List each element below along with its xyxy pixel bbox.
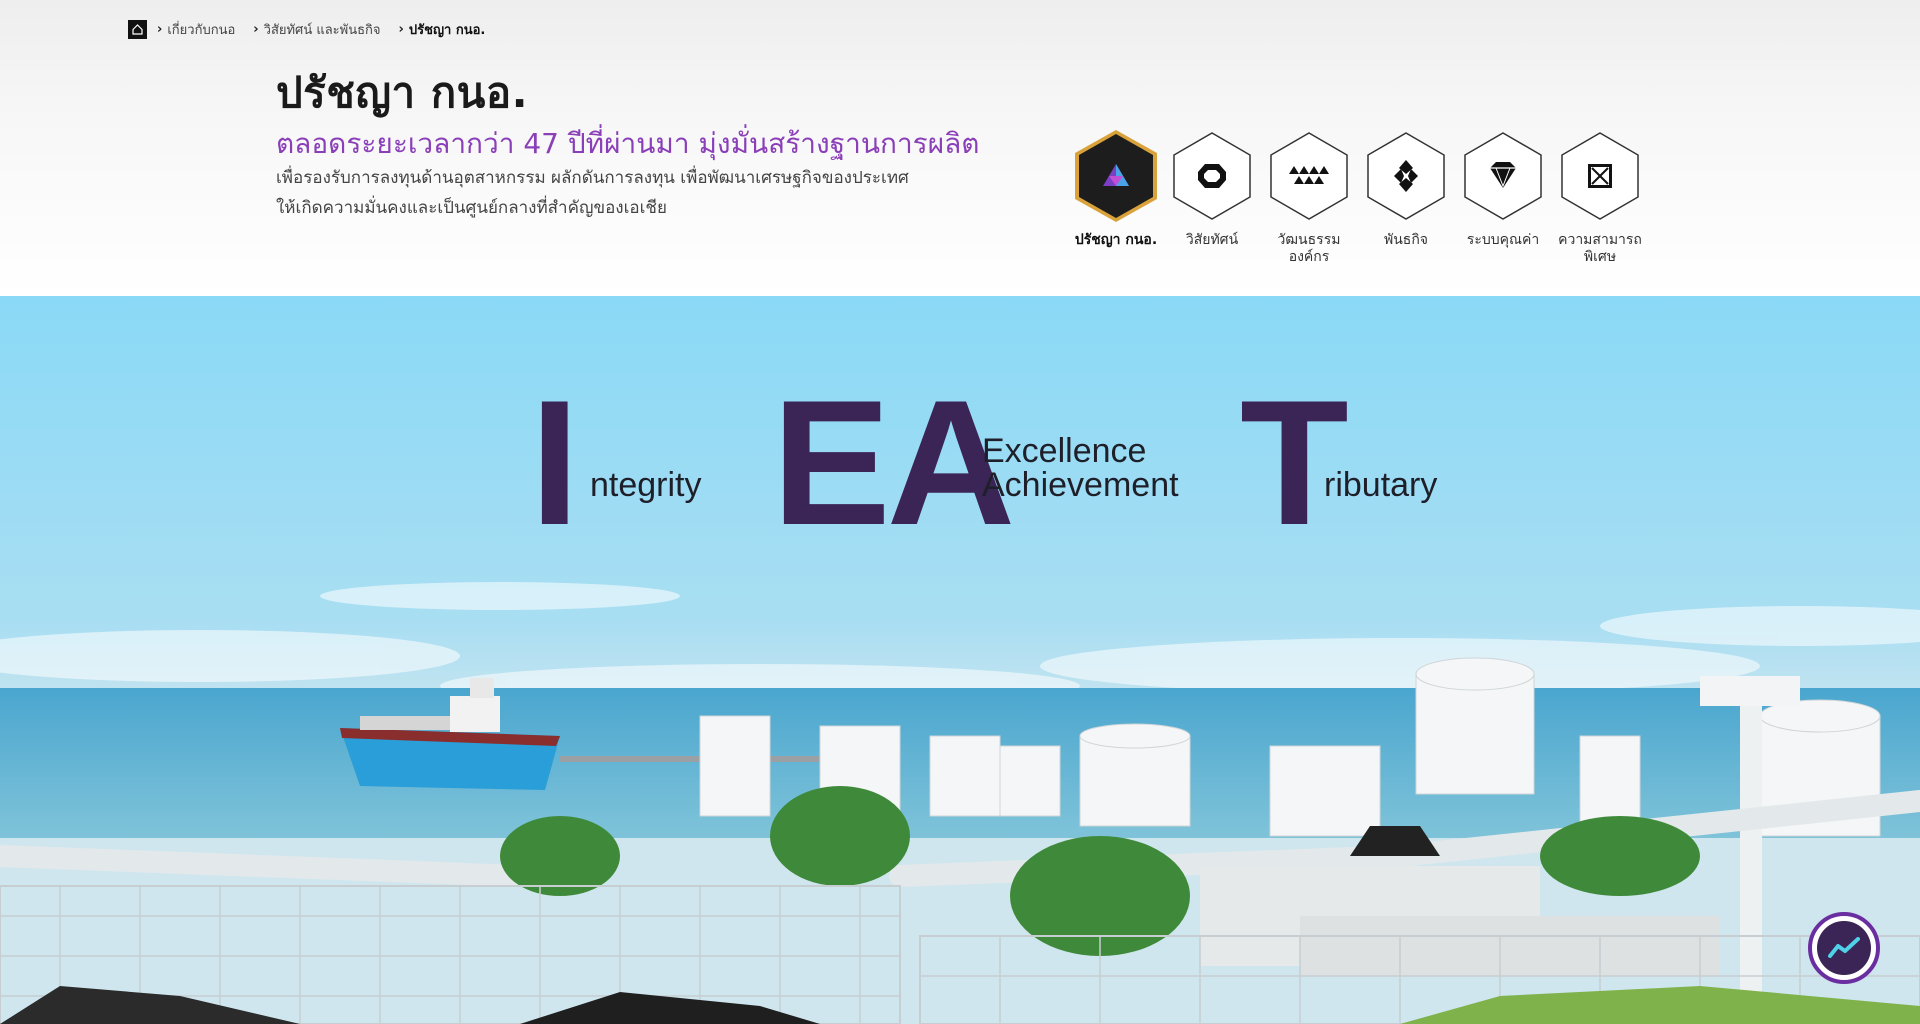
pyramid-icon [1075,130,1157,222]
description-line: ให้เกิดความมั่นคงและเป็นศูนย์กลางที่สำคั… [276,198,667,218]
hex-item-philosophy[interactable]: ปรัชญา กนอ. [1068,128,1164,249]
hex-item-mission[interactable]: พันธกิจ [1358,128,1454,249]
chevron-right-icon: › [157,21,163,37]
value-integrity: I [530,374,580,552]
description-line: เพื่อรองรับการลงทุนด้านอุตสาหกรรม ผลักดั… [276,168,909,188]
page-description: เพื่อรองรับการลงทุนด้านอุตสาหกรรม ผลักดั… [276,163,909,223]
header-section: › เกี่ยวกับกนอ › วิสัยทัศน์ และพันธกิจ ›… [0,0,1920,296]
chat-button[interactable] [1808,912,1880,984]
gem-icon [1464,132,1542,220]
hex-label: วัฒนธรรมองค์กร [1277,232,1341,265]
hex-label: ระบบคุณค่า [1466,232,1540,248]
square-x-icon [1561,132,1639,220]
breadcrumb-label: วิสัยทัศน์ และพันธกิจ [263,22,381,38]
breadcrumb-item-about[interactable]: › เกี่ยวกับกนอ [157,19,235,40]
hex-item-vision[interactable]: วิสัยทัศน์ [1164,128,1260,249]
page-subtitle: ตลอดระยะเวลากว่า 47 ปีที่ผ่านมา มุ่งมั่น… [276,127,980,160]
hero-banner: I ntegrity EA Excellence Achievement T r… [0,296,1920,1024]
breadcrumb-item-vision[interactable]: › วิสัยทัศน์ และพันธกิจ [253,19,380,40]
hex-label: วิสัยทัศน์ [1185,232,1239,248]
value-ea: EA [772,374,1015,552]
home-icon[interactable] [128,19,147,39]
chevron-right-icon: › [253,21,259,37]
value-achievement-word: Achievement [982,466,1179,504]
philosophy-hex-nav: ปรัชญา กนอ. วิสัยทัศน์ วัฒนธรรมองค์กร พั… [1068,128,1648,278]
hex-item-values[interactable]: ระบบคุณค่า [1455,128,1551,249]
value-tributary-word: ributary [1324,466,1438,504]
hex-label: พันธกิจ [1383,232,1429,248]
value-integrity-word: ntegrity [590,466,702,504]
page-title: ปรัชญา กนอ. [276,68,529,117]
hex-label: ความสามารถพิเศษ [1558,232,1642,265]
breadcrumb-label: ปรัชญา กนอ. [408,22,486,38]
value-excellence-word: Excellence [982,432,1147,470]
hex-label: ปรัชญา กนอ. [1074,232,1158,248]
hex-item-culture[interactable]: วัฒนธรรมองค์กร [1261,128,1357,266]
triangles-icon [1270,132,1348,220]
value-tributary: T [1240,374,1349,552]
diamond-cross-icon [1367,132,1445,220]
breadcrumb-label: เกี่ยวกับกนอ [167,22,236,38]
breadcrumb: › เกี่ยวกับกนอ › วิสัยทัศน์ และพันธกิจ ›… [128,19,503,39]
chat-icon [1817,921,1871,975]
chevron-right-icon: › [398,21,404,37]
octagon-ring-icon [1173,132,1251,220]
hex-item-competency[interactable]: ความสามารถพิเศษ [1552,128,1648,266]
breadcrumb-item-current: › ปรัชญา กนอ. [399,19,486,40]
big-letter-i: I [530,363,580,562]
big-letters-ea: EA [772,363,1015,562]
big-letter-t: T [1240,363,1349,562]
